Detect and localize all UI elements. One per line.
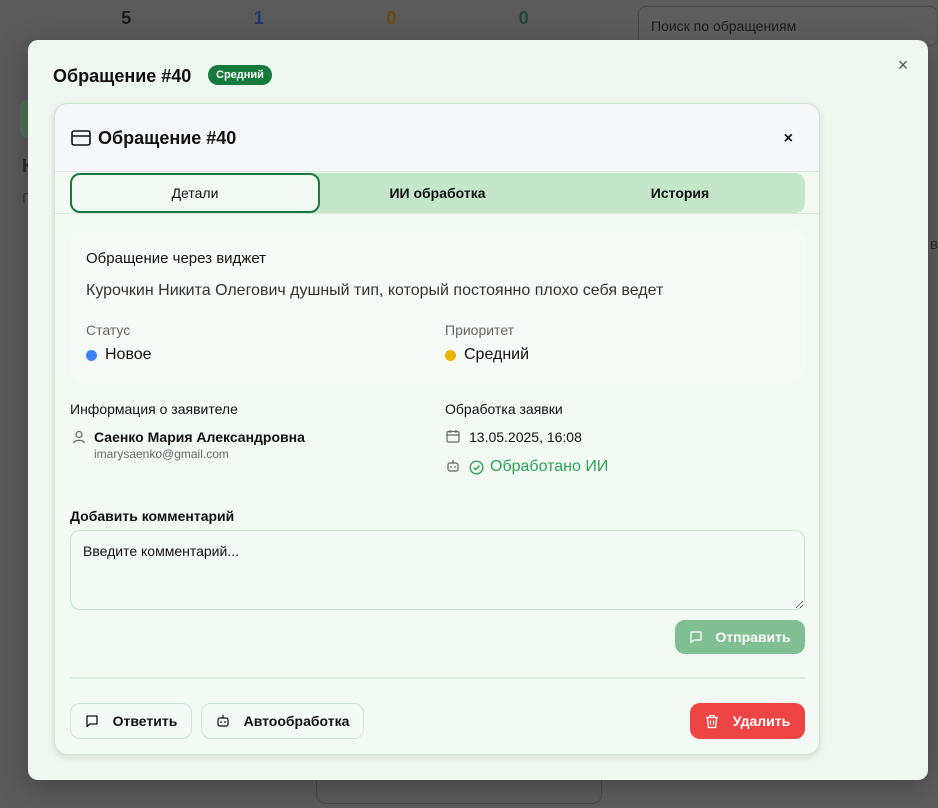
- request-card: Обращение #40 × Детали ИИ обработка Исто…: [54, 103, 820, 755]
- footer-divider: [70, 677, 805, 679]
- request-title: Обращение через виджет: [86, 250, 267, 267]
- applicant-email: imarysaenko@gmail.com: [94, 447, 229, 461]
- modal-title: Обращение #40: [53, 66, 192, 86]
- stat-total: 5: [121, 8, 132, 28]
- request-description: Курочкин Никита Олегович душный тип, кот…: [86, 282, 664, 299]
- stat-in-progress: 0: [386, 8, 397, 28]
- status-text: Новое: [105, 346, 152, 363]
- priority-label: Приоритет: [445, 322, 515, 338]
- send-button-label: Отправить: [715, 629, 791, 645]
- modal-close-icon[interactable]: ×: [894, 56, 912, 74]
- card-close-icon[interactable]: ×: [784, 130, 793, 148]
- background-stats: 5 1 0 0: [60, 0, 590, 42]
- stat-new: 1: [253, 8, 264, 28]
- auto-process-button[interactable]: Автообработка: [201, 703, 364, 739]
- priority-badge: Средний: [208, 65, 272, 85]
- tabs: Детали ИИ обработка История: [70, 173, 805, 213]
- reply-button[interactable]: Ответить: [70, 703, 192, 739]
- priority-dot: [445, 349, 456, 361]
- bot-icon: [447, 460, 459, 472]
- ai-status-text: Обработано ИИ: [490, 458, 609, 475]
- processing-heading: Обработка заявки: [445, 401, 563, 417]
- calendar-icon: [446, 430, 460, 443]
- background-text-fragment-right: в: [930, 236, 938, 253]
- send-button[interactable]: Отправить: [675, 620, 805, 654]
- status-label: Статус: [86, 322, 131, 338]
- card-header: Обращение #40 ×: [55, 104, 819, 172]
- card-icon: [71, 130, 91, 146]
- applicant-name: Саенко Мария Александровна: [94, 429, 305, 445]
- applicant-heading: Информация о заявителе: [70, 401, 238, 417]
- comment-label: Добавить комментарий: [70, 508, 235, 524]
- status-dot: [86, 349, 97, 361]
- details-panel: Обращение через виджет Курочкин Никита О…: [70, 230, 805, 382]
- trash-icon: [705, 714, 718, 728]
- status-value: Новое: [86, 346, 152, 364]
- tab-ai-processing[interactable]: ИИ обработка: [320, 173, 555, 213]
- reply-button-label: Ответить: [112, 713, 178, 729]
- auto-process-button-label: Автообработка: [243, 713, 350, 729]
- delete-button[interactable]: Удалить: [690, 703, 805, 739]
- bot-icon: [216, 715, 229, 727]
- user-icon: [72, 430, 86, 444]
- tabs-divider: [55, 213, 819, 214]
- card-title: Обращение #40: [98, 128, 237, 148]
- priority-text: Средний: [464, 346, 530, 363]
- tab-details[interactable]: Детали: [70, 173, 320, 213]
- check-circle-icon: [469, 459, 484, 475]
- processing-date: 13.05.2025, 16:08: [469, 429, 582, 445]
- delete-button-label: Удалить: [732, 713, 791, 729]
- tab-history[interactable]: История: [555, 173, 805, 213]
- comment-input[interactable]: [70, 530, 805, 610]
- reply-message-icon: [85, 715, 98, 728]
- stat-closed: 0: [518, 8, 529, 28]
- ai-processed-status: Обработано ИИ: [469, 458, 608, 476]
- message-icon: [690, 631, 703, 644]
- priority-value: Средний: [445, 346, 529, 364]
